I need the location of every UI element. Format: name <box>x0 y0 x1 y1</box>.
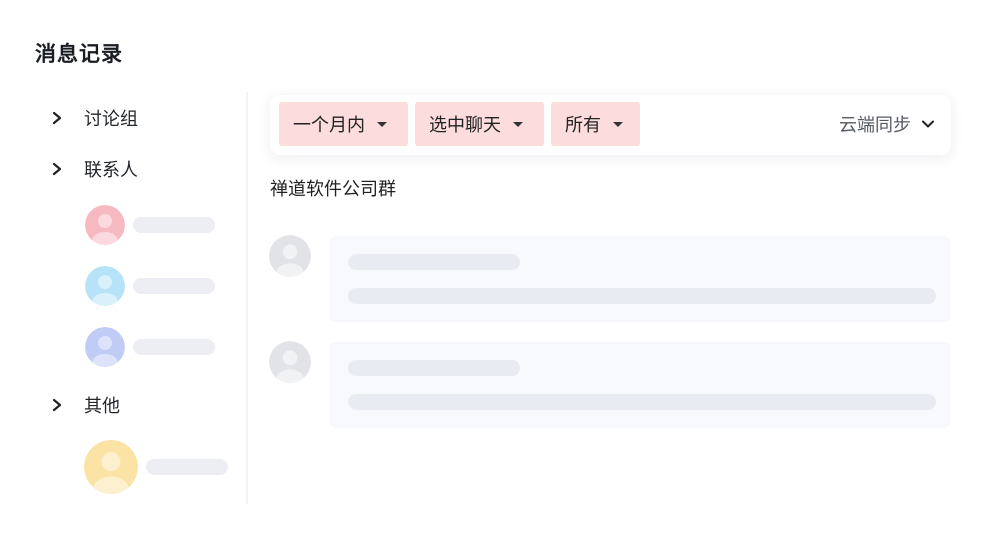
contact-item[interactable] <box>84 440 228 494</box>
caret-down-icon <box>613 121 623 127</box>
filter-chat-scope[interactable]: 选中聊天 <box>415 102 544 146</box>
skeleton-line <box>348 254 520 270</box>
contact-name-placeholder <box>133 339 215 355</box>
chevron-right-icon <box>52 162 62 176</box>
user-avatar-icon <box>269 235 311 277</box>
message-avatar <box>269 341 311 383</box>
avatar <box>84 440 138 494</box>
filter-toolbar: 一个月内 选中聊天 所有 云端同步 <box>270 95 951 155</box>
caret-down-icon <box>513 121 523 127</box>
contact-name-placeholder <box>133 278 215 294</box>
contact-name-placeholder <box>133 217 215 233</box>
user-avatar-icon <box>84 440 138 494</box>
chevron-down-icon <box>922 120 934 128</box>
chat-title: 禅道软件公司群 <box>270 179 396 200</box>
filter-time-range[interactable]: 一个月内 <box>279 102 408 146</box>
user-avatar-icon <box>85 327 125 367</box>
contact-item[interactable] <box>85 205 215 245</box>
skeleton-line <box>348 288 936 304</box>
page-title: 消息记录 <box>35 42 123 66</box>
sidebar-divider <box>246 92 248 504</box>
avatar <box>85 327 125 367</box>
sidebar-group-other[interactable]: 其他 <box>50 390 120 420</box>
user-avatar-icon <box>269 341 311 383</box>
skeleton-line <box>348 360 520 376</box>
contact-name-placeholder <box>146 459 228 475</box>
sidebar-group-label: 联系人 <box>84 160 138 181</box>
contact-item[interactable] <box>85 327 215 367</box>
filter-message-type[interactable]: 所有 <box>551 102 640 146</box>
chevron-right-icon <box>52 111 62 125</box>
avatar <box>85 205 125 245</box>
cloud-sync-dropdown[interactable]: 云端同步 <box>839 102 935 146</box>
skeleton-line <box>348 394 936 410</box>
avatar <box>85 266 125 306</box>
sidebar-group-contacts[interactable]: 联系人 <box>50 154 138 184</box>
message-skeleton <box>330 236 950 322</box>
message-skeleton <box>330 342 950 428</box>
chevron-right-icon <box>52 398 62 412</box>
user-avatar-icon <box>85 205 125 245</box>
filter-label: 选中聊天 <box>429 115 501 136</box>
user-avatar-icon <box>85 266 125 306</box>
sidebar-group-label: 其他 <box>84 396 120 417</box>
cloud-sync-label: 云端同步 <box>839 115 911 136</box>
filter-label: 一个月内 <box>293 115 365 136</box>
contact-item[interactable] <box>85 266 215 306</box>
sidebar-group-label: 讨论组 <box>84 109 138 130</box>
sidebar-group-discussion[interactable]: 讨论组 <box>50 103 138 133</box>
filter-label: 所有 <box>565 115 601 136</box>
message-avatar <box>269 235 311 277</box>
caret-down-icon <box>377 121 387 127</box>
